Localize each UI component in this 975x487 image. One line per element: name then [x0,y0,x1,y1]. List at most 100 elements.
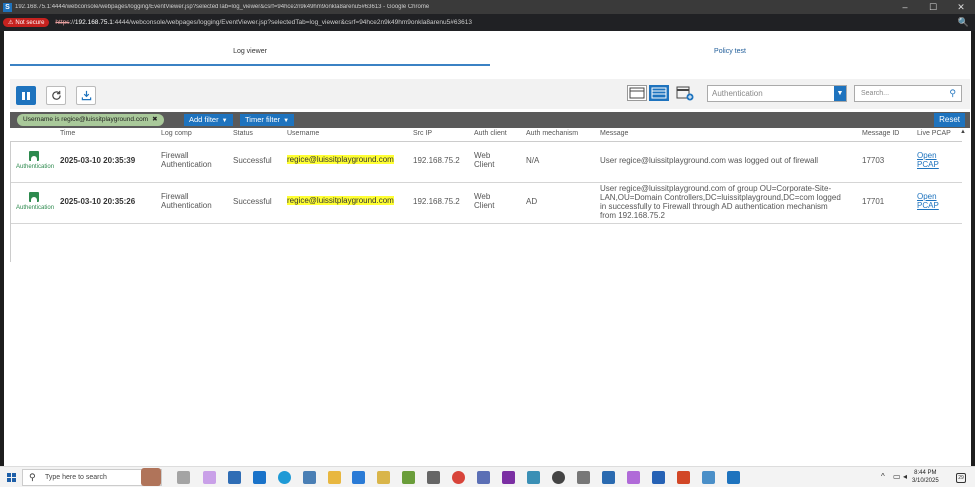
row-auth-mechanism: AD [526,197,538,206]
col-message-id[interactable]: Message ID [862,130,899,137]
app-icon: S [3,2,12,12]
tab-policy-test[interactable]: Policy test [490,41,970,66]
store-icon[interactable] [228,471,241,484]
app-icon[interactable] [727,471,740,484]
zoom-icon[interactable]: 🔍 [958,17,969,28]
row-message-line: User regice@luissitplayground.com of gro… [600,184,832,193]
app-icon[interactable] [627,471,640,484]
app-frame: Log viewer Policy test Authentication ▼ … [0,31,975,466]
timer-filter-label: Timer filter [245,115,281,124]
col-src-ip[interactable]: Src IP [413,130,432,137]
row-message-id: 17701 [862,197,885,206]
row-username: regice@luissitplayground.com [287,155,394,164]
open-pcap-link-2[interactable]: PCAP [917,201,939,210]
reset-button[interactable]: Reset [934,113,965,127]
col-message[interactable]: Message [600,130,628,137]
row-log-comp-1: Firewall [161,192,189,201]
col-time[interactable]: Time [60,130,75,137]
user-icon [29,151,39,161]
app-icon[interactable] [402,471,415,484]
close-button[interactable]: ✕ [947,2,975,13]
network-icon[interactable]: ▭ [893,472,901,481]
settings-icon[interactable] [577,471,590,484]
add-column-button[interactable] [675,85,695,101]
log-table: Time Log comp Status Username Src IP Aut… [10,128,966,224]
row-status: Successful [233,156,272,165]
open-pcap-link-2[interactable]: PCAP [917,160,939,169]
username-filter-chip[interactable]: Username is regice@luissitplayground.com… [17,114,164,126]
app-icon[interactable] [303,471,316,484]
copilot-icon[interactable] [203,471,216,484]
grid-view-button[interactable] [649,85,669,101]
add-filter-button[interactable]: Add filter ▼ [184,114,233,126]
chevron-up-icon[interactable]: ^ [881,472,885,481]
edge-icon[interactable] [278,471,291,484]
app-icon[interactable] [652,471,665,484]
search-input[interactable]: Search... ⚲ [854,85,962,102]
col-log-comp[interactable]: Log comp [161,130,192,137]
app-icon[interactable] [527,471,540,484]
search-icon[interactable]: ⚲ [949,86,956,101]
col-auth-client[interactable]: Auth client [474,130,507,137]
chrome-icon[interactable] [452,471,465,484]
tab-bar: Log viewer Policy test [10,41,970,66]
vscode-icon[interactable] [352,471,365,484]
log-category-select[interactable]: Authentication ▼ [707,85,847,102]
file-explorer-icon[interactable] [328,471,341,484]
minimize-button[interactable]: – [891,2,919,12]
maximize-button[interactable]: ☐ [919,2,947,13]
row-time: 2025-03-10 20:35:39 [60,156,136,165]
app-icon[interactable] [477,471,490,484]
col-live-pcap[interactable]: Live PCAP [917,130,951,137]
app-icon[interactable] [427,471,440,484]
windows-start-icon[interactable] [7,473,16,482]
security-label: Not secure [15,19,45,26]
scroll-up-icon[interactable]: ▲ [960,129,966,135]
detailed-view-button[interactable] [627,85,647,101]
avatar[interactable] [141,468,161,486]
remove-filter-icon[interactable]: ✖ [152,116,157,123]
task-view-icon[interactable] [177,471,190,484]
app-icon[interactable] [702,471,715,484]
log-toolbar: Authentication ▼ Search... ⚲ [10,79,970,109]
refresh-button[interactable] [46,86,66,105]
search-icon: ⚲ [29,472,36,482]
app-icon[interactable] [377,471,390,484]
taskbar-search-placeholder: Type here to search [45,474,107,481]
chevron-down-icon[interactable]: ▼ [834,86,846,101]
col-auth-mechanism[interactable]: Auth mechanism [526,130,578,137]
timer-filter-button[interactable]: Timer filter ▼ [240,114,295,126]
category-label: Authentication [16,205,55,211]
url-path: :4444/webconsole/webpages/logging/EventV… [112,19,472,26]
table-row[interactable]: Authentication 2025-03-10 20:35:26 Firew… [10,183,962,224]
app-icon[interactable] [552,471,565,484]
pause-button[interactable] [16,86,36,105]
row-auth-client-2: Client [474,201,495,210]
address-bar[interactable]: ⚠ Not secure https://192.168.75.1:4444/w… [0,14,975,31]
open-pcap-link[interactable]: Open [917,151,937,160]
notification-badge[interactable]: 29 [956,473,966,483]
tab-log-viewer[interactable]: Log viewer [10,41,490,66]
col-username[interactable]: Username [287,130,319,137]
taskbar: ⚲ Type here to search ^ ▭ ◂ 8:44 PM 3/10… [0,466,975,487]
export-button[interactable] [76,86,96,105]
volume-icon[interactable]: ◂ [903,472,907,481]
row-log-comp-1: Firewall [161,151,189,160]
row-time: 2025-03-10 20:35:26 [60,197,136,206]
pause-icon [22,91,30,100]
row-message-line: from 192.168.75.2 [600,211,665,220]
filter-bar: Username is regice@luissitplayground.com… [10,112,970,128]
clock-date: 3/10/2025 [912,478,939,484]
open-pcap-link[interactable]: Open [917,192,937,201]
url-text[interactable]: https://192.168.75.1:4444/webconsole/web… [55,19,472,26]
onenote-icon[interactable] [502,471,515,484]
table-border [10,142,11,262]
taskbar-clock[interactable]: 8:44 PM 3/10/2025 [912,469,939,485]
powerpoint-icon[interactable] [677,471,690,484]
row-auth-client-2: Client [474,160,495,169]
not-secure-badge[interactable]: ⚠ Not secure [3,18,50,27]
table-row[interactable]: Authentication 2025-03-10 20:35:39 Firew… [10,142,962,183]
col-status[interactable]: Status [233,130,253,137]
app-icon[interactable] [602,471,615,484]
mail-icon[interactable] [253,471,266,484]
